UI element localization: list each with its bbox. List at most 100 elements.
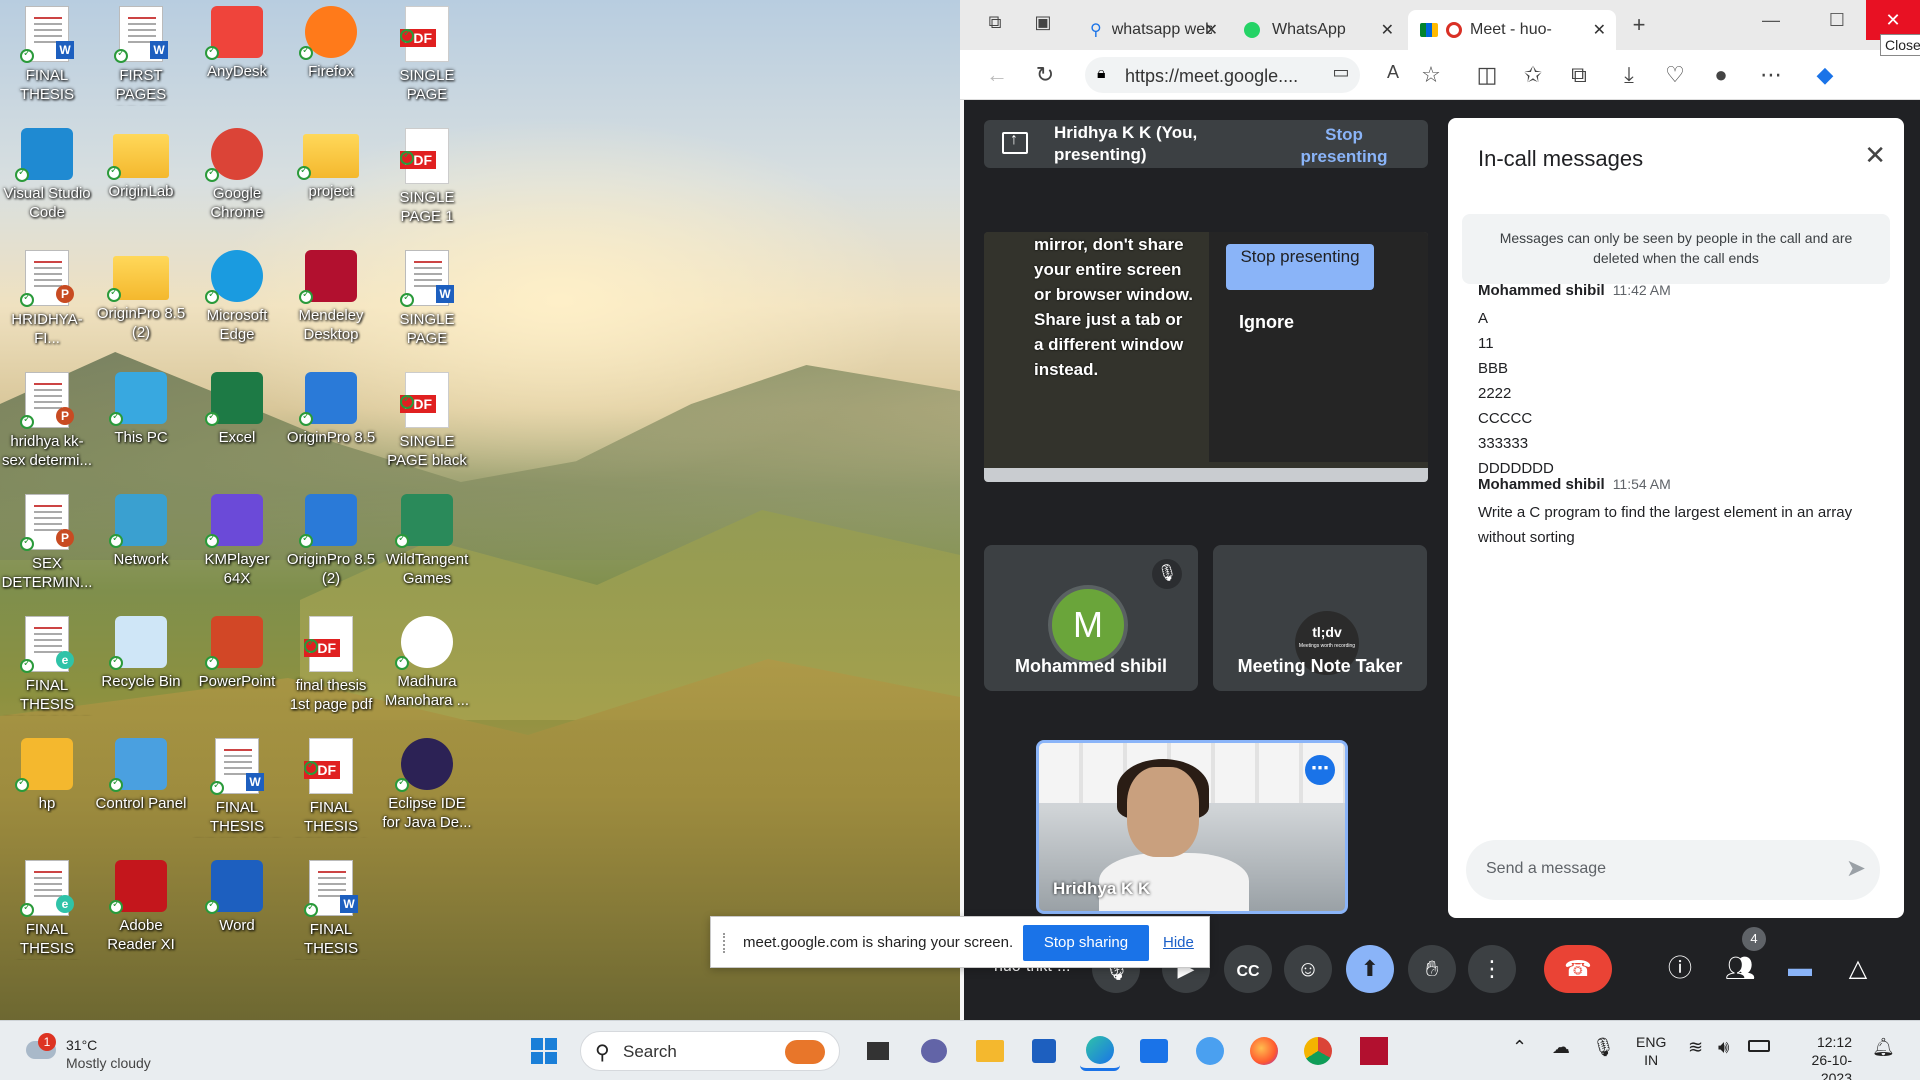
desktop-icon[interactable]: Excel [190,366,284,486]
tab-whatsapp-web-search[interactable]: ⚲ whatsapp web - S ✕ [1078,10,1228,50]
desktop-icon[interactable]: WildTangent Games [380,488,474,608]
desktop-icon[interactable]: W FINAL THESIS REPORT 1 [284,854,378,974]
favorites-icon[interactable]: ✩ [1518,62,1548,88]
desktop-icon[interactable]: W FINAL THESIS FIRST PAGE [190,732,284,852]
desktop-icon[interactable]: Network [94,488,188,608]
get-help-button[interactable] [1190,1031,1230,1071]
weather-widget[interactable]: 1 31°C Mostly cloudy [22,1029,182,1073]
desktop-icon[interactable]: Visual Studio Code [0,122,94,242]
store-button[interactable] [1024,1031,1064,1071]
desktop-icon[interactable]: PDF final thesis 1st page pdf [284,610,378,730]
desktop-icon[interactable]: AnyDesk [190,0,284,120]
tab-whatsapp[interactable]: WhatsApp ✕ [1232,10,1404,50]
chat-button[interactable]: ▬ [1776,945,1824,993]
profile-icon[interactable]: ● [1706,62,1736,88]
message-input[interactable]: Send a message ➤ [1466,840,1880,900]
split-screen-icon[interactable]: ◫ [1472,62,1502,88]
edge-taskbar-button[interactable] [1080,1031,1120,1071]
read-aloud-icon[interactable]: A [1378,62,1408,83]
more-options-icon[interactable]: ⋯ [1305,755,1335,785]
present-now-button[interactable]: ⬆ [1346,945,1394,993]
settings-more-icon[interactable]: ⋯ [1756,62,1786,88]
file-explorer-button[interactable] [970,1031,1010,1071]
activities-button[interactable]: △ [1834,945,1882,993]
camera-in-use-icon[interactable]: ▭ [1326,62,1356,83]
reactions-button[interactable]: ☺ [1284,945,1332,993]
desktop-icon[interactable]: hp [0,732,94,852]
meeting-details-button[interactable]: ⓘ [1656,945,1704,993]
battery-icon[interactable] [1748,1039,1770,1080]
desktop-icon[interactable]: PDF SINGLE PAGE 1 [380,122,474,242]
desktop-icon[interactable]: PDF SINGLE PAGE black [380,366,474,486]
collections-icon[interactable]: ⧉ [1564,62,1594,88]
new-tab-icon[interactable]: + [1624,12,1654,38]
desktop-icon[interactable]: Madhura Manohara ... [380,610,474,730]
desktop-icon[interactable]: W SINGLE PAGE [380,244,474,364]
show-hidden-icons[interactable]: ⌃ [1512,1037,1527,1080]
desktop-icon[interactable]: Microsoft Edge [190,244,284,364]
back-icon[interactable]: ← [982,62,1012,88]
browser-essentials-icon[interactable]: ♡ [1660,62,1690,88]
close-tab-icon[interactable]: ✕ [1205,20,1218,40]
desktop-icon[interactable]: P HRIDHYA-FI... [0,244,94,364]
leave-call-button[interactable]: ☎︎ [1544,945,1612,993]
drag-handle[interactable] [723,933,727,953]
self-video-tile[interactable]: ⋯ Hridhya K K [1036,740,1348,914]
desktop-icon[interactable]: Eclipse IDE for Java De... [380,732,474,852]
people-button[interactable]: 👥︎ 4 [1716,927,1766,993]
onedrive-icon[interactable]: ☁ [1552,1037,1570,1080]
maximize-icon[interactable]: ☐ [1812,0,1862,40]
desktop-icon[interactable]: P SEX DETERMIN... [0,488,94,608]
desktop-icon[interactable]: Google Chrome [190,122,284,242]
task-view-button[interactable] [858,1031,898,1071]
start-button[interactable] [524,1031,564,1071]
language-indicator[interactable]: ENG IN [1636,1033,1666,1080]
stop-sharing-button[interactable]: Stop sharing [1023,925,1149,961]
participant-tile[interactable]: tl;dv Meetings worth recording Meeting No… [1213,545,1427,691]
copilot-icon[interactable]: ◆ [1810,62,1840,88]
participant-tile[interactable]: M 🎙︎ Mohammed shibil [984,545,1198,691]
close-tab-icon[interactable]: ✕ [1593,20,1606,40]
desktop-icon[interactable]: This PC [94,366,188,486]
send-icon[interactable]: ➤ [1846,854,1866,883]
desktop-icon[interactable]: Firefox [284,0,378,120]
desktop-icon[interactable]: OriginPro 8.5 [284,366,378,486]
mendeley-taskbar-button[interactable] [1354,1031,1394,1071]
url-field[interactable]: 🔒︎ https://meet.google.... [1085,57,1360,93]
captions-button[interactable]: CC [1224,945,1272,993]
teams-chat-button[interactable] [914,1031,954,1071]
desktop-icon[interactable]: Control Panel [94,732,188,852]
close-tab-icon[interactable]: ✕ [1381,20,1394,40]
minimize-icon[interactable]: — [1746,0,1796,40]
hide-link[interactable]: Hide [1163,934,1194,951]
clock[interactable]: 12:12 26-10-2023 [1786,1033,1852,1080]
ignore-button[interactable]: Ignore [1239,312,1294,333]
refresh-icon[interactable]: ↻ [1030,62,1060,88]
desktop-icon[interactable]: PDF FINAL THESIS REPORT 1 [284,732,378,852]
myhp-button[interactable] [1134,1031,1174,1071]
desktop-icon[interactable]: Mendeley Desktop [284,244,378,364]
downloads-icon[interactable]: ⤓ [1614,62,1644,88]
desktop-icon[interactable]: Recycle Bin [94,610,188,730]
desktop-icon[interactable]: PDF SINGLE PAGE [380,0,474,120]
desktop-icon[interactable]: e FINAL THESIS FIRST PAGE [0,610,94,730]
microphone-icon[interactable]: 🎙︎ [1592,1037,1615,1080]
desktop-icon[interactable]: OriginPro 8.5 (2) [94,244,188,364]
stop-presenting-link[interactable]: Stop presenting [1284,124,1404,168]
tab-meet[interactable]: Meet - huo- ✕ [1408,10,1616,50]
chrome-taskbar-button[interactable] [1298,1031,1338,1071]
desktop-icon[interactable]: Phridhya kk-sex determi... [0,366,94,486]
tab-actions-icon[interactable]: ▣ [1028,12,1058,33]
favorite-star-icon[interactable]: ☆ [1416,62,1446,88]
volume-icon[interactable]: 🔊︎ [1718,1037,1729,1080]
close-icon[interactable]: ✕ [1864,140,1886,171]
more-options-button[interactable]: ⋮ [1468,945,1516,993]
desktop-icon[interactable]: OriginPro 8.5 (2) [284,488,378,608]
firefox-taskbar-button[interactable] [1244,1031,1284,1071]
desktop-icon[interactable]: project [284,122,378,242]
preview-stop-presenting-button[interactable]: Stop presenting [1226,244,1374,290]
desktop-icon[interactable]: W FINAL THESIS [0,0,94,120]
desktop-icon[interactable]: KMPlayer 64X [190,488,284,608]
notifications-icon[interactable]: 🔔︎ [1872,1037,1895,1080]
desktop-icon[interactable]: Adobe Reader XI [94,854,188,974]
